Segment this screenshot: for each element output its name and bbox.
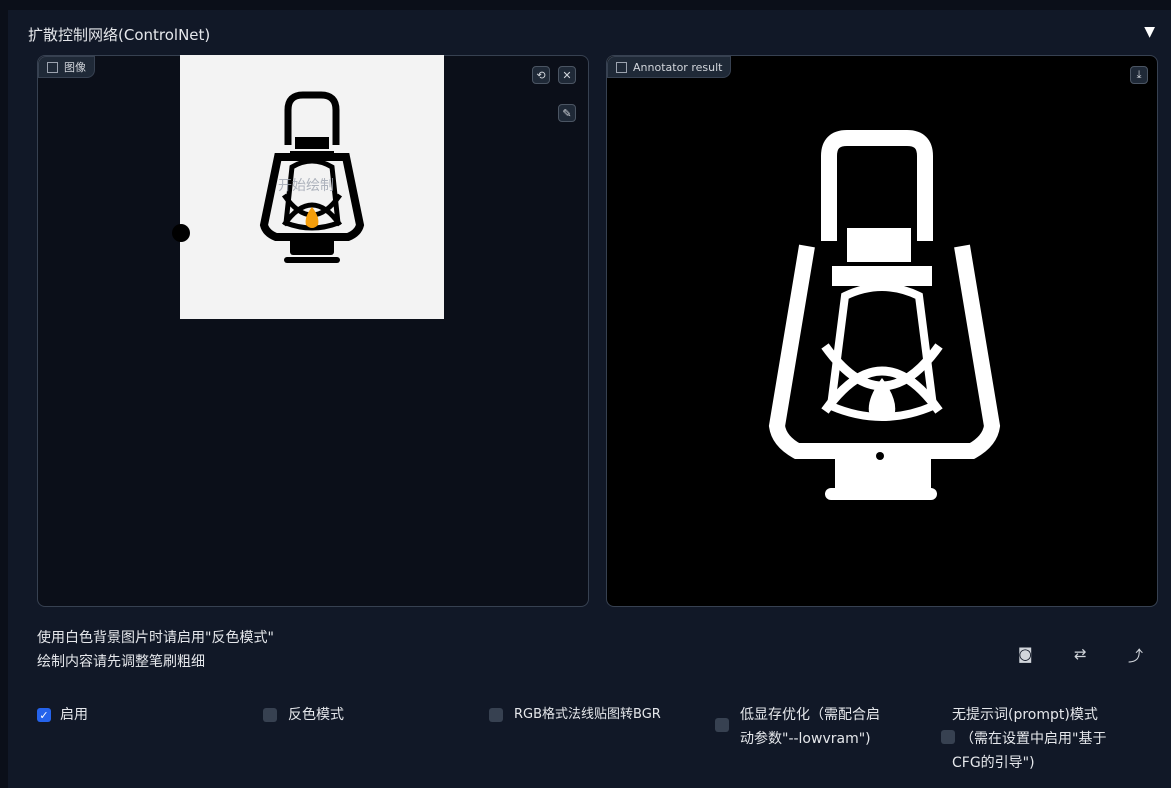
- undo-button[interactable]: ⟲: [532, 66, 550, 84]
- swap-icon[interactable]: ⇄: [1074, 645, 1087, 663]
- annotator-result-box: Annotator result ⤓: [606, 55, 1158, 607]
- invert-checkbox[interactable]: [263, 708, 277, 722]
- camera-icon[interactable]: ◙: [1018, 645, 1033, 663]
- lowvram-label-1[interactable]: 低显存优化（需配合启: [740, 704, 880, 726]
- canvas-watermark: 开始绘制: [278, 178, 334, 194]
- enable-label[interactable]: 启用: [60, 704, 88, 726]
- send-icon[interactable]: ⤴: [1128, 645, 1143, 666]
- invert-label[interactable]: 反色模式: [288, 704, 344, 726]
- clear-button[interactable]: ✕: [558, 66, 576, 84]
- guess-label-3[interactable]: CFG的引导"): [952, 752, 1035, 774]
- hint-brush: 绘制内容请先调整笔刷粗细: [37, 654, 205, 670]
- section-title[interactable]: 扩散控制网络(ControlNet): [28, 24, 210, 45]
- canvas-resize-handle[interactable]: [172, 224, 190, 242]
- brush-button[interactable]: ✎: [558, 104, 576, 122]
- rgb-bgr-checkbox[interactable]: [489, 708, 503, 722]
- collapse-icon[interactable]: ▼: [1144, 24, 1155, 40]
- rgb-bgr-label[interactable]: RGB格式法线贴图转BGR: [514, 704, 661, 726]
- image-label: 图像: [64, 61, 86, 74]
- guess-label-2[interactable]: （需在设置中启用"基于: [960, 728, 1106, 750]
- guess-label-1[interactable]: 无提示词(prompt)模式: [952, 704, 1098, 726]
- hint-invert: 使用白色背景图片时请启用"反色模式": [37, 630, 274, 646]
- lowvram-label-2[interactable]: 动参数"--lowvram"): [740, 728, 871, 750]
- lantern-result-image: [768, 130, 1001, 500]
- lowvram-checkbox[interactable]: [715, 718, 729, 732]
- image-label-tag: 图像: [38, 56, 95, 78]
- image-icon: [47, 61, 58, 73]
- guess-mode-checkbox[interactable]: [941, 730, 955, 744]
- enable-checkbox[interactable]: ✓: [37, 708, 51, 722]
- drawing-canvas[interactable]: 开始绘制: [180, 55, 444, 319]
